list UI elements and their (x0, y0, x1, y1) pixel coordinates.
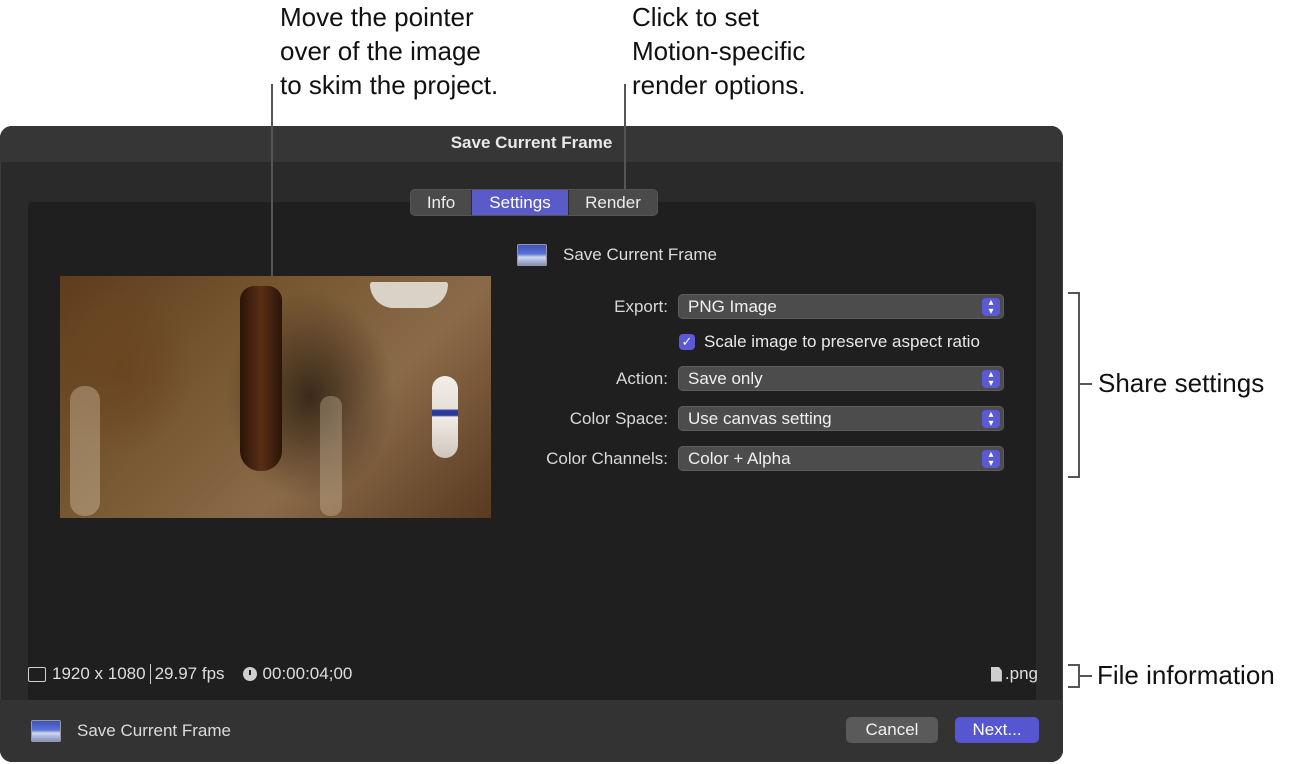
frame-thumbnail-icon (517, 244, 547, 266)
popup-stepper-icon: ▴ ▾ (982, 449, 1000, 468)
cancel-button[interactable]: Cancel (846, 717, 938, 743)
leader-line-render (624, 84, 626, 190)
resolution-icon (28, 666, 46, 682)
preview-ornament (240, 286, 282, 471)
color-channels-row: Color Channels: Color + Alpha ▴ ▾ (490, 446, 1004, 471)
tab-render[interactable]: Render (568, 190, 657, 215)
scale-image-label: Scale image to preserve aspect ratio (704, 332, 980, 351)
dialog-title: Save Current Frame (0, 126, 1063, 162)
popup-stepper-icon: ▴ ▾ (982, 297, 1000, 316)
footer-destination: Save Current Frame (31, 720, 231, 742)
callout-render-line-1: Click to set (632, 2, 760, 32)
bracket-share-tick (1078, 383, 1092, 385)
clock-icon (242, 667, 257, 681)
scale-image-option: ✓ Scale image to preserve aspect ratio (679, 332, 980, 352)
settings-header-title: Save Current Frame (563, 245, 717, 264)
callout-share-settings: Share settings (1098, 368, 1265, 398)
file-info-bar: 1920 x 1080 29.97 fps 00:00:04;00 .png (28, 664, 1038, 688)
export-value: PNG Image (688, 296, 777, 316)
resolution-text: 1920 x 1080 (52, 664, 146, 683)
file-icon (990, 666, 1002, 682)
scale-image-checkbox[interactable]: ✓ (679, 334, 695, 350)
color-space-popup[interactable]: Use canvas setting ▴ ▾ (678, 406, 1004, 431)
dialog-footer: Save Current Frame Cancel Next... (0, 700, 1063, 762)
bracket-share-bottom (1068, 476, 1080, 478)
callout-render: Click to set Motion-specific render opti… (632, 0, 805, 102)
tab-settings[interactable]: Settings (471, 190, 568, 215)
callout-render-line-3: render options. (632, 70, 806, 100)
popup-stepper-icon: ▴ ▾ (982, 409, 1000, 428)
bracket-share-settings (1078, 292, 1080, 478)
duration-text: 00:00:04;00 (262, 664, 353, 683)
checkmark-icon: ✓ (681, 334, 693, 349)
color-channels-value: Color + Alpha (688, 448, 791, 468)
action-popup[interactable]: Save only ▴ ▾ (678, 366, 1004, 391)
preview-glass-left (70, 386, 100, 516)
info-separator (149, 664, 151, 684)
color-space-value: Use canvas setting (688, 408, 832, 428)
action-value: Save only (688, 368, 763, 388)
color-channels-label: Color Channels: (546, 448, 668, 468)
export-row: Export: PNG Image ▴ ▾ (490, 294, 1004, 319)
export-label: Export: (614, 296, 668, 316)
fps-text: 29.97 fps (154, 664, 225, 683)
color-space-label: Color Space: (569, 408, 668, 428)
preview-glass-mid (320, 396, 342, 516)
callout-skim: Move the pointer over of the image to sk… (280, 0, 498, 102)
tab-info[interactable]: Info (411, 190, 471, 215)
next-button[interactable]: Next... (955, 717, 1039, 743)
settings-header: Save Current Frame (517, 244, 717, 266)
bracket-file-bottom (1068, 686, 1080, 688)
frame-thumbnail-icon (31, 720, 61, 742)
bracket-share-top (1068, 292, 1080, 294)
bracket-file-top (1068, 664, 1080, 666)
action-label: Action: (616, 368, 668, 388)
leader-line-skim (271, 84, 273, 276)
file-extension: .png (1004, 664, 1038, 683)
frame-preview-image[interactable] (60, 276, 491, 518)
preview-lamp (370, 282, 448, 308)
callout-skim-line-1: Move the pointer (280, 2, 474, 32)
footer-title: Save Current Frame (77, 721, 231, 740)
preview-bulb (432, 376, 458, 458)
callout-skim-line-2: over of the image (280, 36, 481, 66)
export-popup[interactable]: PNG Image ▴ ▾ (678, 294, 1004, 319)
popup-stepper-icon: ▴ ▾ (982, 369, 1000, 388)
callout-file-information: File information (1097, 660, 1275, 690)
color-channels-popup[interactable]: Color + Alpha ▴ ▾ (678, 446, 1004, 471)
color-space-row: Color Space: Use canvas setting ▴ ▾ (490, 406, 1004, 431)
bracket-file-tick (1078, 675, 1092, 677)
tab-bar: Info Settings Render (410, 189, 658, 216)
project-info: 1920 x 1080 29.97 fps 00:00:04;00 (28, 664, 352, 684)
action-row: Action: Save only ▴ ▾ (490, 366, 1004, 391)
callout-skim-line-3: to skim the project. (280, 70, 499, 100)
file-type-info: .png (990, 664, 1038, 684)
save-current-frame-dialog: Save Current Frame Info Settings Render … (0, 126, 1063, 762)
callout-render-line-2: Motion-specific (632, 36, 806, 66)
